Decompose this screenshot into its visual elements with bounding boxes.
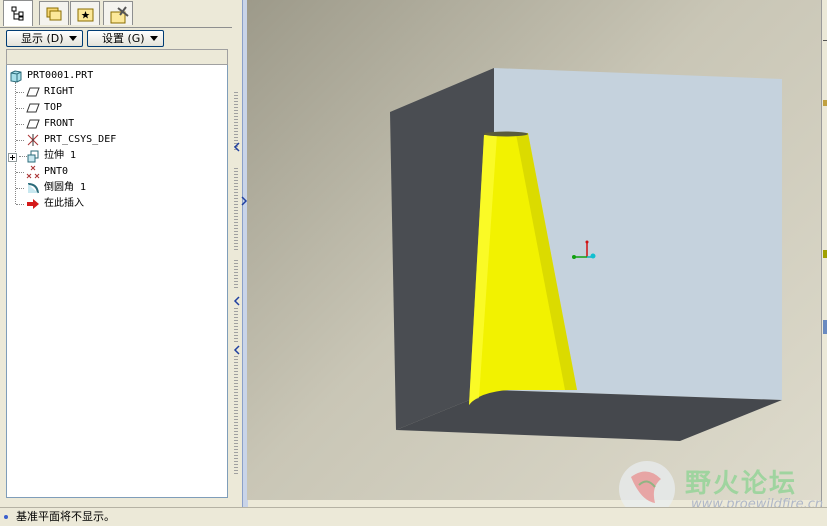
tree-icon: [11, 6, 24, 21]
tools-icon: [110, 6, 129, 24]
display-button-label: 显示 (D): [21, 32, 64, 45]
folders-icon: [46, 7, 62, 21]
navigator-panel: 显示 (D) 设置 (G) PRT0001.PRT RIGHT TOP FRON…: [0, 0, 232, 507]
datum-plane-icon: [26, 103, 40, 113]
navigator-button-row: 显示 (D) 设置 (G): [0, 27, 232, 50]
coordinate-system-icon: [27, 134, 39, 146]
dropdown-arrow-icon: [150, 36, 158, 41]
tree-item-label: 倒圆角 1: [44, 182, 87, 193]
model-tree: PRT0001.PRT RIGHT TOP FRONT PRT_CSYS_DEF…: [6, 65, 228, 498]
tree-expand-toggle[interactable]: [8, 153, 17, 162]
tree-item-label: PRT0001.PRT: [27, 70, 94, 81]
tree-item-label: 在此插入: [44, 198, 84, 209]
cone-top-edge: [484, 131, 528, 137]
settings-dropdown-button[interactable]: 设置 (G): [87, 30, 164, 47]
tree-item-label: FRONT: [44, 118, 75, 129]
tree-item-label: 拉伸 1: [44, 150, 77, 161]
datum-plane-icon: [26, 87, 40, 97]
tree-header-strip: [6, 49, 228, 65]
star-icon: [77, 8, 94, 22]
collapse-left-icon[interactable]: [233, 296, 241, 306]
datum-plane-icon: [26, 119, 40, 129]
tree-item-label: TOP: [44, 102, 63, 113]
display-dropdown-button[interactable]: 显示 (D): [6, 30, 83, 47]
favorites-tab[interactable]: [70, 1, 100, 25]
dropdown-arrow-icon: [69, 36, 77, 41]
right-toolbar: [821, 0, 827, 507]
tree-item-label: PNT0: [44, 166, 69, 177]
collapse-left-icon[interactable]: [233, 345, 241, 355]
settings-button-label: 设置 (G): [102, 32, 145, 45]
model-render: [390, 68, 782, 441]
round-icon: [27, 183, 39, 194]
tree-item-label: PRT_CSYS_DEF: [44, 134, 117, 145]
part-icon: [10, 70, 22, 83]
status-message: 基准平面将不显示。: [16, 510, 115, 523]
status-bullet-icon: [4, 515, 8, 519]
extrude-icon: [27, 150, 39, 163]
folder-browser-tab[interactable]: [39, 1, 69, 25]
graphics-viewport[interactable]: [247, 0, 821, 500]
navigator-tabs: [0, 0, 232, 26]
connections-tab[interactable]: [103, 1, 133, 25]
insert-here-arrow-icon: [27, 199, 39, 209]
collapse-left-icon[interactable]: [233, 142, 241, 152]
model-tree-tab[interactable]: [3, 0, 33, 26]
status-bar: 基准平面将不显示。: [0, 507, 827, 526]
datum-point-icon: [26, 165, 40, 179]
tree-item-label: RIGHT: [44, 86, 75, 97]
watermark-title: 野火论坛: [685, 469, 798, 499]
panel-sash[interactable]: [232, 0, 248, 507]
tree-connector: [15, 82, 16, 204]
